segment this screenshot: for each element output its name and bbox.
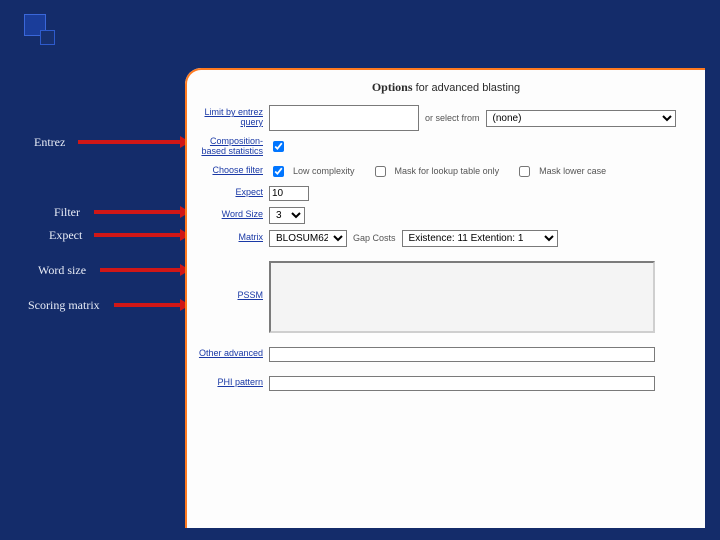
- annot-entrez: Entrez: [34, 135, 65, 150]
- filter-masklookup-checkbox[interactable]: [375, 166, 386, 177]
- gapcosts-label: Gap Costs: [353, 233, 396, 243]
- label-expect: Expect: [197, 188, 263, 198]
- label-wordsize: Word Size: [197, 210, 263, 220]
- gapcosts-select[interactable]: Existence: 11 Extention: 1: [402, 230, 558, 247]
- row-matrix: Matrix BLOSUM62 Gap Costs Existence: 11 …: [197, 230, 695, 247]
- label-matrix: Matrix: [197, 233, 263, 243]
- arrow-expect: [94, 233, 181, 237]
- row-pssm: PSSM: [197, 261, 695, 333]
- matrix-select[interactable]: BLOSUM62: [269, 230, 347, 247]
- blast-options-panel: Options for advanced blasting Limit by e…: [185, 68, 705, 528]
- arrow-matrix: [114, 303, 181, 307]
- panel-header: Options for advanced blasting: [197, 80, 695, 95]
- entrez-query-input[interactable]: [269, 105, 419, 131]
- entrez-or-select: or select from: [425, 113, 480, 123]
- row-wordsize: Word Size 3: [197, 207, 695, 224]
- row-filter: Choose filter Low complexity Mask for lo…: [197, 163, 695, 180]
- arrow-filter: [94, 210, 181, 214]
- phi-pattern-input[interactable]: [269, 376, 655, 391]
- label-other: Other advanced: [197, 349, 263, 359]
- label-compstats: Composition-based statistics: [197, 137, 263, 157]
- label-entrez: Limit by entrez query: [197, 108, 263, 128]
- filter-lowcomplexity-checkbox[interactable]: [273, 166, 284, 177]
- label-phi: PHI pattern: [197, 378, 263, 388]
- compstats-checkbox[interactable]: [273, 141, 284, 152]
- wordsize-select[interactable]: 3: [269, 207, 305, 224]
- filter-masklower-checkbox[interactable]: [519, 166, 530, 177]
- row-phi: PHI pattern: [197, 376, 695, 391]
- annot-wordsize: Word size: [38, 263, 86, 278]
- label-pssm: PSSM: [197, 261, 263, 301]
- row-expect: Expect: [197, 186, 695, 201]
- annot-matrix: Scoring matrix: [28, 298, 100, 313]
- row-other: Other advanced: [197, 347, 695, 362]
- annot-filter: Filter: [54, 205, 80, 220]
- filter-lowcomplexity-label: Low complexity: [293, 166, 355, 176]
- options-title-bold: Options: [372, 80, 413, 94]
- options-title-rest: for advanced blasting: [413, 82, 521, 94]
- filter-masklower-label: Mask lower case: [539, 166, 606, 176]
- other-advanced-input[interactable]: [269, 347, 655, 362]
- annot-expect: Expect: [49, 228, 82, 243]
- arrow-wordsize: [100, 268, 181, 272]
- slide-decor-squares: [24, 14, 64, 54]
- pssm-textarea[interactable]: [269, 261, 655, 333]
- row-compstats: Composition-based statistics: [197, 137, 695, 157]
- filter-masklookup-label: Mask for lookup table only: [395, 166, 500, 176]
- arrow-entrez: [78, 140, 181, 144]
- label-filter: Choose filter: [197, 166, 263, 176]
- expect-input[interactable]: [269, 186, 309, 201]
- row-entrez: Limit by entrez query or select from (no…: [197, 105, 695, 131]
- entrez-select[interactable]: (none): [486, 110, 676, 127]
